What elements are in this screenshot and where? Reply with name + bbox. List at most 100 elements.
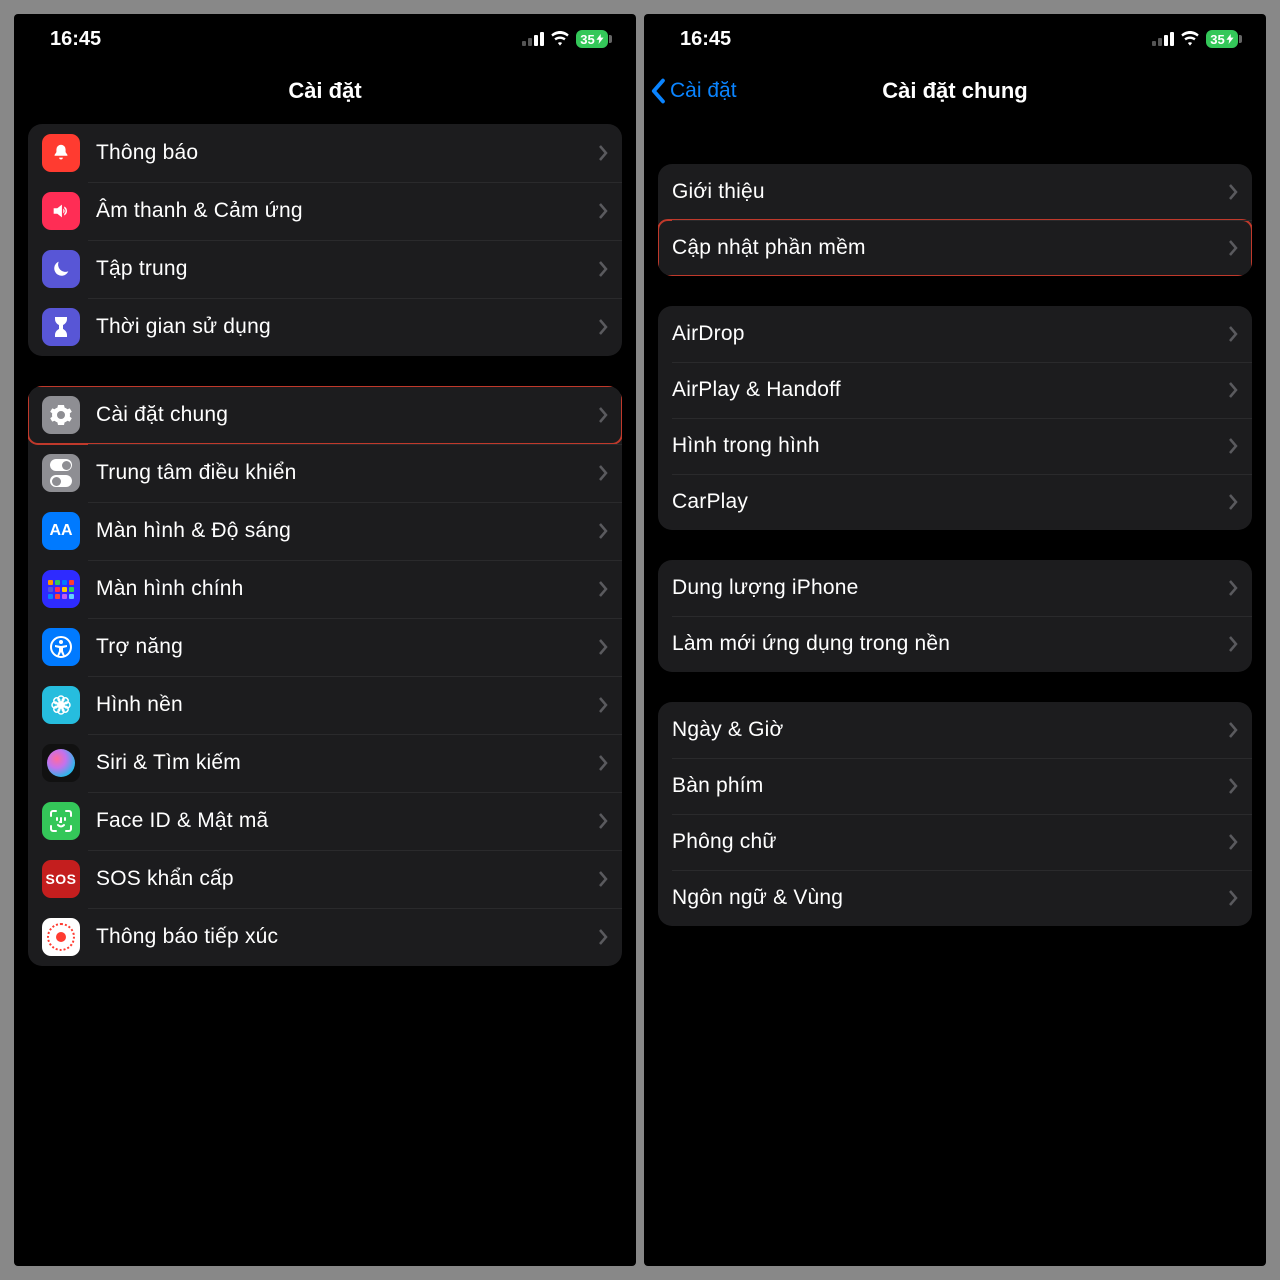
hourglass-icon [42,308,80,346]
flower-icon [42,686,80,724]
row-control-center[interactable]: Trung tâm điều khiển [28,444,622,502]
chevron-right-icon [1228,579,1238,597]
general-list: Giới thiệu Cập nhật phần mềm AirDrop Air… [644,118,1266,1266]
row-siri-search[interactable]: Siri & Tìm kiếm [28,734,622,792]
row-picture-in-picture[interactable]: Hình trong hình [658,418,1252,474]
row-fonts[interactable]: Phông chữ [658,814,1252,870]
row-label: Bàn phím [672,774,1228,798]
row-label: Thời gian sử dụng [96,315,598,339]
chevron-right-icon [598,812,608,830]
row-general[interactable]: Cài đặt chung [28,386,622,444]
row-label: Màn hình & Độ sáng [96,519,598,543]
wifi-icon [1180,29,1200,49]
back-button[interactable]: Cài đặt [650,78,737,104]
row-label: Màn hình chính [96,577,598,601]
row-airdrop[interactable]: AirDrop [658,306,1252,362]
row-label: CarPlay [672,490,1228,514]
chevron-right-icon [598,144,608,162]
row-background-app-refresh[interactable]: Làm mới ứng dụng trong nền [658,616,1252,672]
chevron-right-icon [1228,325,1238,343]
row-label: Hình trong hình [672,434,1228,458]
row-display-brightness[interactable]: AA Màn hình & Độ sáng [28,502,622,560]
settings-group-1: Thông báo Âm thanh & Cảm ứng Tập trung [28,124,622,356]
cellular-signal-icon [522,32,544,46]
cellular-signal-icon [1152,32,1174,46]
row-notifications[interactable]: Thông báo [28,124,622,182]
row-label: Trợ năng [96,635,598,659]
row-label: Siri & Tìm kiếm [96,751,598,775]
text-size-icon: AA [42,512,80,550]
row-label: Làm mới ứng dụng trong nền [672,632,1228,656]
row-label: Hình nền [96,693,598,717]
row-screen-time[interactable]: Thời gian sử dụng [28,298,622,356]
row-accessibility[interactable]: Trợ năng [28,618,622,676]
row-focus[interactable]: Tập trung [28,240,622,298]
chevron-right-icon [598,870,608,888]
sos-icon: SOS [42,860,80,898]
row-keyboard[interactable]: Bàn phím [658,758,1252,814]
siri-icon [42,744,80,782]
chevron-right-icon [1228,239,1238,257]
chevron-right-icon [598,318,608,336]
chevron-right-icon [1228,777,1238,795]
general-group-1: Giới thiệu Cập nhật phần mềm [658,164,1252,276]
general-group-3: Dung lượng iPhone Làm mới ứng dụng trong… [658,560,1252,672]
chevron-right-icon [598,202,608,220]
page-title: Cài đặt chung [882,78,1027,104]
row-software-update[interactable]: Cập nhật phần mềm [658,220,1252,276]
row-label: Thông báo tiếp xúc [96,925,598,949]
status-time: 16:45 [50,28,101,51]
wifi-icon [550,29,570,49]
chevron-right-icon [598,464,608,482]
chevron-right-icon [1228,635,1238,653]
row-wallpaper[interactable]: Hình nền [28,676,622,734]
chevron-right-icon [598,754,608,772]
chevron-right-icon [1228,889,1238,907]
general-group-4: Ngày & Giờ Bàn phím Phông chữ Ngôn ngữ &… [658,702,1252,926]
row-faceid-passcode[interactable]: Face ID & Mật mã [28,792,622,850]
right-screenshot: 16:45 35 Cài đặt Cài đặt chung Giới thiệ… [644,14,1266,1266]
status-right: 35 [1152,29,1238,49]
home-grid-icon [42,570,80,608]
chevron-right-icon [1228,183,1238,201]
row-label: Giới thiệu [672,180,1228,204]
row-label: Face ID & Mật mã [96,809,598,833]
nav-bar: Cài đặt Cài đặt chung [644,64,1266,118]
row-emergency-sos[interactable]: SOS SOS khẩn cấp [28,850,622,908]
row-airplay-handoff[interactable]: AirPlay & Handoff [658,362,1252,418]
status-bar: 16:45 35 [14,14,636,64]
page-title: Cài đặt [288,78,361,104]
chevron-right-icon [1228,437,1238,455]
row-about[interactable]: Giới thiệu [658,164,1252,220]
chevron-right-icon [598,696,608,714]
chevron-right-icon [598,638,608,656]
exposure-icon [42,918,80,956]
row-carplay[interactable]: CarPlay [658,474,1252,530]
row-sounds-haptics[interactable]: Âm thanh & Cảm ứng [28,182,622,240]
chevron-right-icon [1228,833,1238,851]
row-date-time[interactable]: Ngày & Giờ [658,702,1252,758]
row-home-screen[interactable]: Màn hình chính [28,560,622,618]
row-label: Dung lượng iPhone [672,576,1228,600]
accessibility-icon [42,628,80,666]
row-label: Phông chữ [672,830,1228,854]
row-label: Cập nhật phần mềm [672,236,1228,260]
row-label: SOS khẩn cấp [96,867,598,891]
row-label: Cài đặt chung [96,403,598,427]
status-bar: 16:45 35 [644,14,1266,64]
row-iphone-storage[interactable]: Dung lượng iPhone [658,560,1252,616]
settings-list: Thông báo Âm thanh & Cảm ứng Tập trung [14,118,636,1266]
speaker-icon [42,192,80,230]
left-screenshot: 16:45 35 Cài đặt Thông báo [14,14,636,1266]
chevron-right-icon [598,406,608,424]
row-label: Ngày & Giờ [672,718,1228,742]
gear-icon [42,396,80,434]
back-label: Cài đặt [670,79,737,103]
chevron-right-icon [598,260,608,278]
general-group-2: AirDrop AirPlay & Handoff Hình trong hìn… [658,306,1252,530]
row-exposure-notifications[interactable]: Thông báo tiếp xúc [28,908,622,966]
chevron-right-icon [1228,381,1238,399]
row-language-region[interactable]: Ngôn ngữ & Vùng [658,870,1252,926]
row-label: Âm thanh & Cảm ứng [96,199,598,223]
row-label: Tập trung [96,257,598,281]
